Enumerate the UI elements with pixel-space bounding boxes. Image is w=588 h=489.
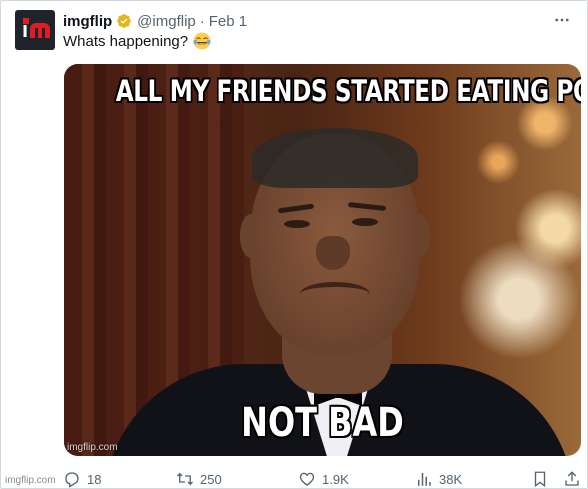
image-watermark: imgflip.com [67,442,118,453]
meme-top-caption: ALL MY FRIENDS STARTED EATING POOP [115,74,581,108]
author-name[interactable]: imgflip [63,13,112,30]
verified-badge-icon [117,14,132,28]
face-with-tears-of-joy-icon [193,32,211,50]
author-handle[interactable]: @imgflip [137,13,196,30]
author-avatar[interactable]: i [15,10,55,50]
header-separator: · [199,12,205,30]
tweet-header: imgflip @imgflip · Feb 1 [63,11,247,31]
retweet-button[interactable]: 250 [176,468,222,489]
retweet-count: 250 [200,471,222,487]
meme-bottom-caption: NOT BAD [241,400,404,446]
retweet-icon [177,472,193,486]
tweet-card[interactable]: i imgflip @imgflip · Feb 1 Whats happeni… [0,0,588,489]
imgflip-logo-icon: i [22,17,30,42]
tweet-date[interactable]: Feb 1 [209,13,247,30]
reply-icon [65,472,79,488]
heart-icon [299,472,315,486]
action-bar: 18 250 1.9K 38K [63,468,583,489]
meme-image[interactable]: ALL MY FRIENDS STARTED EATING POOP NOT B… [64,64,581,456]
bookmark-icon [534,471,546,488]
share-button[interactable] [563,468,587,489]
footer-watermark: imgflip.com [5,475,56,486]
views-count: 38K [439,471,463,487]
tweet-text-row: Whats happening? [63,32,211,50]
analytics-icon [418,473,431,486]
bookmark-button[interactable] [531,468,555,489]
reply-count: 18 [87,471,102,487]
tweet-text: Whats happening? [63,32,189,50]
like-button[interactable]: 1.9K [298,468,349,489]
views-button[interactable]: 38K [415,468,462,489]
more-options-icon[interactable] [551,9,573,31]
like-count: 1.9K [322,471,349,487]
share-icon [565,471,579,486]
reply-button[interactable]: 18 [63,468,101,489]
